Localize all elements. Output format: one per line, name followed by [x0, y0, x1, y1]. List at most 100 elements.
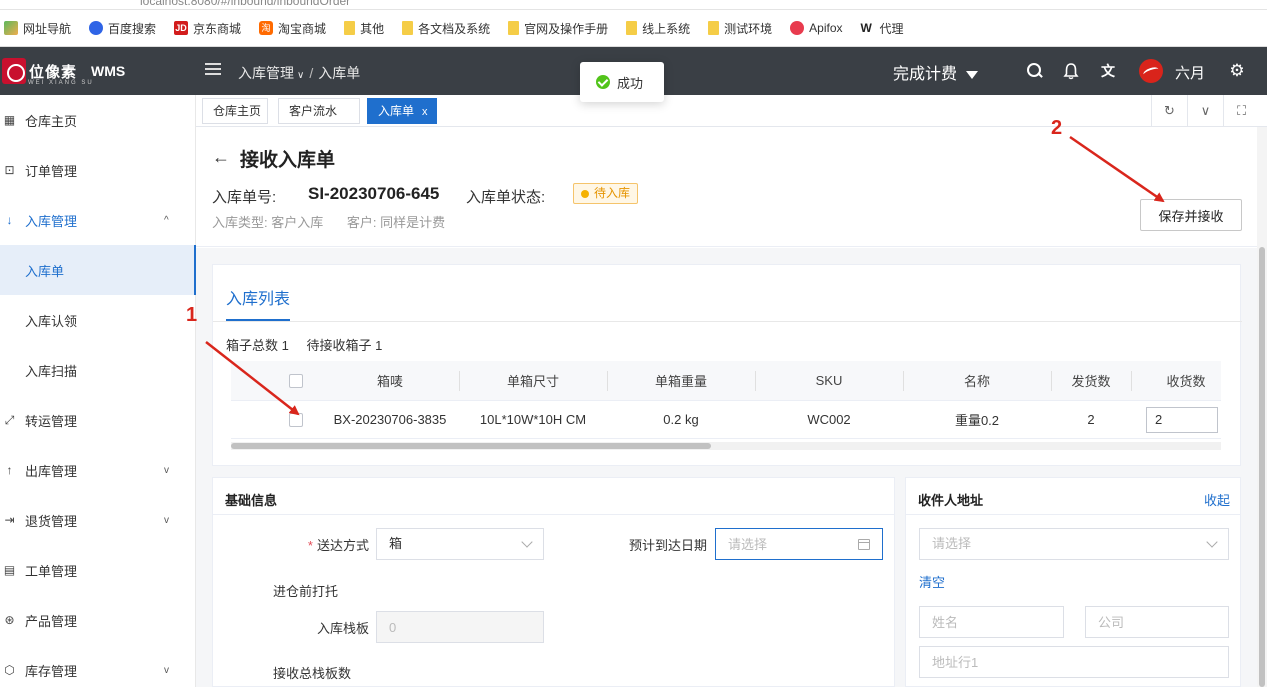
- bookmark-taobao[interactable]: 淘淘宝商城: [259, 20, 326, 37]
- select-all-checkbox[interactable]: [289, 373, 303, 388]
- sidebar-item-returns[interactable]: ⇥ 退货管理 v: [0, 495, 195, 545]
- sidebar-item-orders[interactable]: ⊡ 订单管理: [0, 145, 195, 195]
- basic-info-title: 基础信息: [225, 493, 278, 508]
- chevron-down-icon[interactable]: ∨: [1187, 95, 1223, 127]
- bookmark-apifox[interactable]: Apifox: [790, 21, 843, 35]
- table-row[interactable]: BX-20230706-3835 10L*10W*10H CM 0.2 kg W…: [231, 401, 1221, 439]
- bookmark-folder-online[interactable]: 线上系统: [626, 20, 690, 37]
- folder-icon: [626, 21, 638, 35]
- tab-bar: 仓库主页 客户流水 入库单 x ↻ ∨ ⛶: [196, 95, 1267, 127]
- sidebar-item-products[interactable]: ⊛ 产品管理: [0, 595, 195, 645]
- address-title: 收件人地址: [918, 493, 984, 508]
- translate-icon[interactable]: 文: [1099, 62, 1117, 80]
- sidebar: ▦ 仓库主页 ⊡ 订单管理 ↓ 入库管理 ^ 入库单 入库认领 入库扫描 ⤢ 转运管理 ↑…: [0, 95, 196, 687]
- collapse-link[interactable]: 收起: [1204, 490, 1230, 509]
- return-icon: ⇥: [4, 512, 15, 527]
- cell-shipped: 2: [1087, 412, 1095, 427]
- refresh-icon[interactable]: ↻: [1151, 95, 1187, 127]
- baidu-icon: [89, 21, 104, 35]
- column-header-mark: 箱唛: [376, 374, 403, 389]
- avatar[interactable]: [1139, 59, 1163, 83]
- sidebar-item-inventory[interactable]: ⬡ 库存管理 v: [0, 645, 195, 687]
- tab-warehouse-home[interactable]: 仓库主页: [202, 98, 268, 124]
- sidebar-item-outbound[interactable]: ↑ 出库管理 v: [0, 445, 195, 495]
- order-number-label: 入库单号:: [212, 189, 277, 206]
- sidebar-item-inbound-order[interactable]: 入库单: [0, 245, 196, 295]
- close-icon[interactable]: x: [422, 106, 428, 118]
- sidebar-item-warehouse-home[interactable]: ▦ 仓库主页: [0, 95, 195, 145]
- chevron-down-icon: v: [164, 664, 169, 676]
- eta-label: 预计到达日期: [628, 538, 707, 553]
- hao123-icon: [4, 21, 18, 35]
- address-line1-input[interactable]: [919, 646, 1229, 678]
- ticket-icon: ▤: [3, 562, 16, 577]
- bookmark-folder-manual[interactable]: 官网及操作手册: [508, 20, 608, 37]
- tab-inbound-order[interactable]: 入库单 x: [367, 98, 437, 124]
- pallet-before-label: 进仓前打托: [273, 584, 339, 599]
- delivery-method-label: * 送达方式: [307, 538, 369, 553]
- bookmark-folder-other[interactable]: 其他: [344, 20, 384, 37]
- calendar-icon[interactable]: [858, 539, 870, 550]
- sidebar-item-inbound[interactable]: ↓ 入库管理 ^: [0, 195, 195, 245]
- chevron-down-icon: [521, 536, 533, 548]
- tab-inbound-list[interactable]: 入库列表: [226, 285, 291, 321]
- transfer-icon: ⤢: [4, 412, 15, 427]
- sidebar-item-inbound-scan[interactable]: 入库扫描: [0, 345, 195, 395]
- chevron-down-icon: v: [164, 464, 169, 476]
- name-input[interactable]: [919, 606, 1064, 638]
- grid-icon: ▦: [3, 112, 16, 127]
- row-checkbox[interactable]: [289, 412, 303, 427]
- bookmark-proxy[interactable]: W 代理: [861, 20, 904, 37]
- delivery-method-select[interactable]: 箱: [376, 528, 544, 560]
- menu-toggle-icon[interactable]: [205, 63, 221, 77]
- inbound-type: 入库类型: 客户入库: [212, 215, 324, 230]
- bookmark-jd[interactable]: JD 京东商城: [174, 20, 241, 37]
- gear-icon[interactable]: ⚙: [1228, 62, 1246, 80]
- order-number: SI-20230706-645: [308, 184, 440, 203]
- address-select[interactable]: 请选择: [919, 528, 1229, 560]
- scrollbar-thumb[interactable]: [1259, 247, 1265, 687]
- address-bar[interactable]: localhost:8080/#/inbound/inboundOrder: [0, 0, 1267, 10]
- back-arrow-icon[interactable]: ←: [212, 147, 230, 168]
- sidebar-item-inbound-claim[interactable]: 入库认领: [0, 295, 195, 345]
- table-header: 箱唛 单箱尺寸 单箱重量 SKU 名称 发货数 收货数: [231, 361, 1221, 401]
- bookmark-folder-test[interactable]: 测试环境: [708, 20, 772, 37]
- customer-name: 客户: 同样是计费: [346, 215, 446, 230]
- total-boxes: 箱子总数 1: [226, 338, 289, 353]
- product-icon: ⊛: [4, 612, 15, 627]
- column-header-received: 收货数: [1166, 374, 1206, 389]
- inbound-pallet-input: [376, 611, 544, 643]
- bell-icon[interactable]: [1062, 62, 1080, 80]
- tab-customer-flow[interactable]: 客户流水: [278, 98, 360, 124]
- sidebar-item-transfer[interactable]: ⤢ 转运管理: [0, 395, 195, 445]
- breadcrumb: 入库管理 ∨ / 入库单: [238, 65, 361, 81]
- breadcrumb-parent[interactable]: 入库管理: [238, 65, 294, 81]
- annotation-number-1: 1: [186, 304, 198, 326]
- fullscreen-icon[interactable]: ⛶: [1223, 95, 1259, 127]
- billing-plan-dropdown[interactable]: 完成计费: [893, 60, 979, 84]
- bookmark-folder-docs[interactable]: 各文档及系统: [402, 20, 490, 37]
- cell-size: 10L*10W*10H CM: [479, 412, 587, 427]
- sidebar-item-tickets[interactable]: ▤ 工单管理: [0, 545, 195, 595]
- save-and-receive-button[interactable]: 保存并接收: [1140, 199, 1242, 231]
- column-header-shipped: 发货数: [1071, 374, 1111, 389]
- user-name[interactable]: 六月: [1175, 62, 1205, 83]
- cell-weight: 0.2 kg: [663, 412, 699, 427]
- folder-icon: [344, 21, 356, 35]
- table-horizontal-scrollbar[interactable]: [231, 442, 1221, 450]
- proxy-icon: W: [860, 21, 872, 35]
- url-text: localhost:8080/#/inbound/inboundOrder: [140, 0, 351, 8]
- company-input[interactable]: [1085, 606, 1229, 638]
- search-icon[interactable]: [1025, 62, 1043, 80]
- scrollbar-thumb[interactable]: [231, 443, 711, 449]
- basic-info-card: 基础信息 *送达方式 箱 预计到达日期 进仓前打托 入库栈板 接收总栈板数: [212, 477, 895, 687]
- bookmark-hao123[interactable]: 网址导航: [4, 20, 71, 37]
- card-divider: [906, 514, 1240, 515]
- app-logo[interactable]: 位像素 WEI XIANG SU WMS: [0, 47, 196, 95]
- page-vertical-scrollbar[interactable]: [1257, 127, 1267, 687]
- bookmark-baidu[interactable]: 百度搜索: [89, 20, 156, 37]
- received-qty-input[interactable]: [1146, 406, 1218, 433]
- order-icon: ⊡: [4, 162, 15, 177]
- clear-link[interactable]: 清空: [919, 572, 945, 591]
- pending-boxes: 待接收箱子 1: [306, 338, 383, 353]
